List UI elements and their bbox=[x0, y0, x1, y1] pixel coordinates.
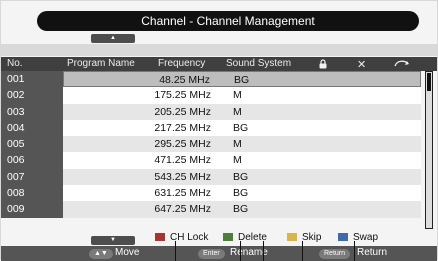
table-row[interactable]: 006 471.25 MHz M bbox=[1, 152, 437, 169]
legend-ch-lock: CH Lock bbox=[155, 232, 208, 246]
frequency-cell: 647.25 MHz bbox=[154, 203, 211, 216]
tv-menu: Channel - Channel Management ▲ No. Progr… bbox=[0, 0, 438, 261]
skip-icon bbox=[393, 58, 411, 71]
legend-label: Swap bbox=[353, 232, 379, 243]
legend-swap: Swap bbox=[338, 232, 378, 246]
divider bbox=[302, 241, 303, 261]
sound-cell: BG bbox=[233, 170, 249, 183]
move-key: ▲▼ bbox=[89, 249, 113, 259]
row-number: 005 bbox=[1, 136, 63, 153]
row-number: 006 bbox=[1, 152, 63, 169]
frequency-cell: 543.25 MHz bbox=[154, 170, 211, 183]
return-label: Return bbox=[357, 247, 388, 258]
up-arrow-icon: ▲ bbox=[110, 35, 116, 41]
sound-cell: M bbox=[233, 138, 242, 151]
legend-skip: Skip bbox=[287, 232, 321, 246]
legend-swatch bbox=[223, 233, 233, 242]
scroll-thumb[interactable] bbox=[427, 73, 431, 91]
sound-cell: M bbox=[233, 89, 242, 102]
row-number: 007 bbox=[1, 168, 63, 186]
legend-label: Skip bbox=[302, 232, 322, 243]
sound-cell: M bbox=[233, 105, 242, 118]
move-label: Move bbox=[115, 247, 140, 258]
table-row[interactable]: 008 631.25 MHz BG bbox=[1, 185, 437, 202]
scroll-up-button[interactable]: ▲ bbox=[91, 34, 135, 43]
sound-cell: BG bbox=[233, 121, 249, 134]
page-title: Channel - Channel Management bbox=[37, 11, 419, 31]
frequency-cell: 471.25 MHz bbox=[154, 154, 211, 167]
delete-icon: ✕ bbox=[357, 59, 367, 71]
return-key: Return bbox=[319, 249, 351, 259]
list-scrollbar[interactable] bbox=[425, 71, 433, 229]
col-no: No. bbox=[7, 58, 23, 69]
frequency-cell: 631.25 MHz bbox=[154, 187, 211, 200]
col-sound-system: Sound System bbox=[226, 58, 292, 69]
table-row[interactable]: 009 647.25 MHz BG bbox=[1, 201, 437, 218]
divider bbox=[240, 241, 241, 261]
table-row[interactable]: 004 217.25 MHz BG bbox=[1, 119, 437, 137]
sound-cell: BG bbox=[233, 187, 249, 200]
sound-cell: M bbox=[233, 154, 242, 167]
row-number: 008 bbox=[1, 185, 63, 202]
row-number: 004 bbox=[1, 119, 63, 137]
frequency-cell: 217.25 MHz bbox=[154, 121, 211, 134]
row-number: 002 bbox=[1, 87, 63, 104]
down-arrow-icon: ▼ bbox=[110, 237, 116, 243]
enter-key: Enter bbox=[198, 249, 225, 259]
divider bbox=[263, 241, 264, 261]
frequency-cell: 175.25 MHz bbox=[154, 89, 211, 102]
frequency-cell: 48.25 MHz bbox=[159, 74, 210, 86]
row-number: 003 bbox=[1, 103, 63, 120]
table-header: No. Program Name Frequency Sound System … bbox=[1, 57, 437, 71]
header-band bbox=[1, 44, 437, 56]
scroll-down-button[interactable]: ▼ bbox=[91, 236, 135, 245]
divider bbox=[175, 241, 176, 261]
legend-delete: Delete bbox=[223, 232, 267, 246]
sound-cell: BG bbox=[233, 203, 249, 216]
legend-swatch bbox=[338, 233, 348, 242]
channel-list: 001 48.25 MHz BG 002 175.25 MHz M 003 205.… bbox=[1, 71, 437, 218]
row-number: 001 bbox=[1, 71, 63, 88]
legend-swatch bbox=[155, 233, 165, 242]
col-program-name: Program Name bbox=[67, 58, 135, 69]
legend-swatch bbox=[287, 233, 297, 242]
frequency-cell: 295.25 MHz bbox=[154, 138, 211, 151]
frequency-cell: 205.25 MHz bbox=[154, 105, 211, 118]
bottom-bar: ▲▼ Move Enter Rename Return Return bbox=[1, 246, 437, 261]
col-frequency: Frequency bbox=[158, 58, 206, 69]
table-row[interactable]: 007 543.25 MHz BG bbox=[1, 168, 437, 186]
divider bbox=[354, 241, 355, 261]
table-row[interactable]: 001 48.25 MHz BG bbox=[1, 71, 437, 88]
table-row[interactable]: 005 295.25 MHz M bbox=[1, 136, 437, 153]
table-row[interactable]: 003 205.25 MHz M bbox=[1, 103, 437, 120]
table-row[interactable]: 002 175.25 MHz M bbox=[1, 87, 437, 104]
sound-cell: BG bbox=[234, 74, 250, 86]
row-number: 009 bbox=[1, 201, 63, 218]
